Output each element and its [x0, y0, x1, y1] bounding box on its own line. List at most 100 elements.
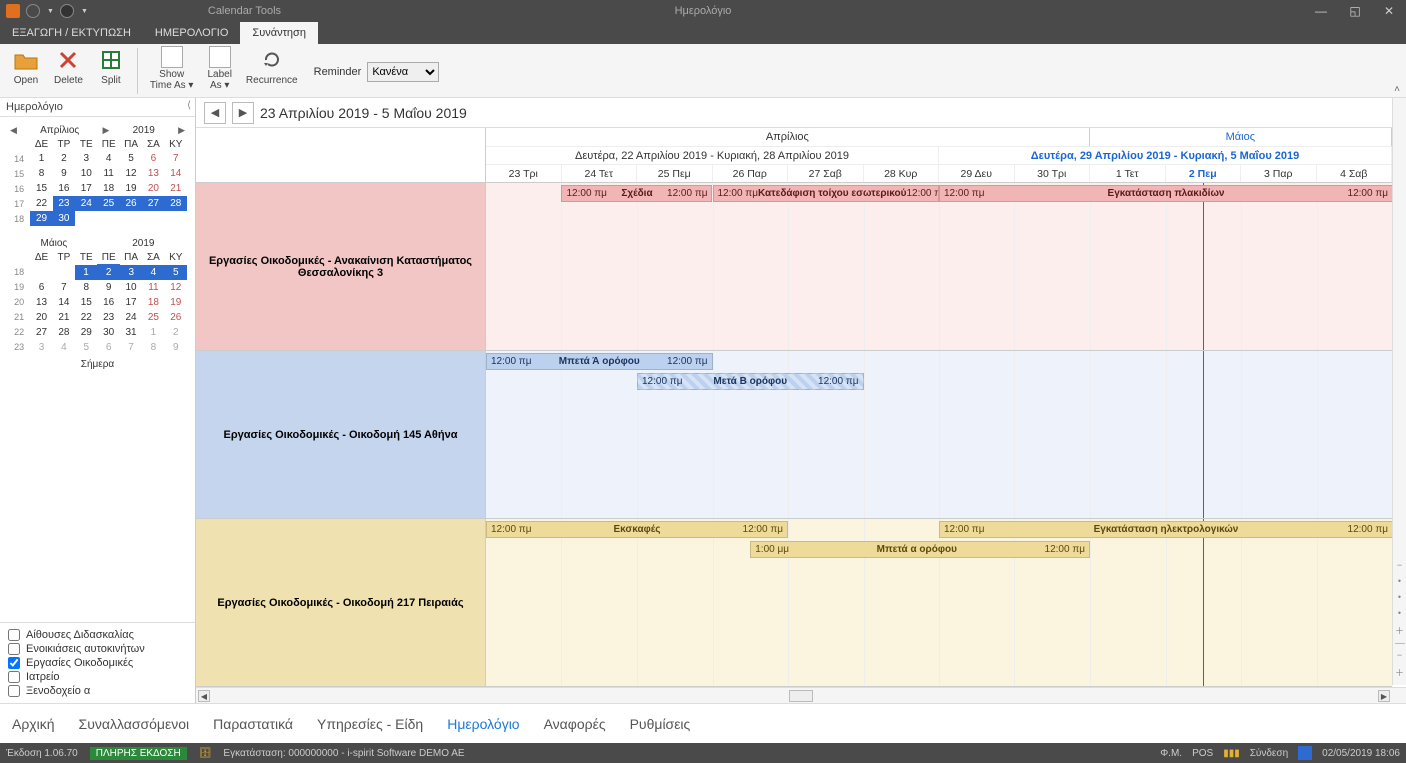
mini-cal-day[interactable] [142, 211, 164, 226]
reminder-select[interactable]: Κανένα [367, 62, 439, 82]
mini-cal-day[interactable]: 2 [53, 151, 75, 166]
mini-cal-day[interactable]: 27 [142, 196, 164, 211]
mini-cal-day[interactable]: 10 [120, 280, 142, 295]
mini-cal-day[interactable]: 9 [98, 280, 120, 295]
mini-cal-day[interactable]: 16 [53, 181, 75, 196]
prev-range-button[interactable]: ◀ [204, 102, 226, 124]
ribbon-collapse-icon[interactable]: ˄ [1394, 84, 1400, 95]
mini-cal-day[interactable]: 28 [165, 196, 187, 211]
mini-cal-day[interactable]: 16 [98, 295, 120, 310]
pin-icon[interactable]: ⟨ [187, 100, 191, 111]
mini-cal-day[interactable]: 23 [98, 310, 120, 325]
bottom-tab[interactable]: Ρυθμίσεις [630, 716, 691, 732]
mini-cal-day[interactable]: 13 [30, 295, 52, 310]
minimize-button[interactable]: — [1304, 0, 1338, 22]
filter-checkbox[interactable] [8, 685, 20, 697]
mini-cal-day[interactable]: 26 [120, 196, 142, 211]
bottom-tab[interactable]: Αρχική [12, 716, 55, 732]
today-link[interactable]: Σήμερα [8, 359, 187, 370]
resource-grid[interactable]: 12:00 πμ Εκσκαφές 12:00 πμ 12:00 πμ Εγκα… [486, 519, 1392, 686]
scroll-left-button[interactable]: ◀ [198, 690, 210, 702]
mini-cal-day[interactable]: 6 [30, 280, 52, 295]
calendar-event[interactable]: 12:00 πμ Εκσκαφές 12:00 πμ [486, 521, 788, 538]
mini-cal-day[interactable]: 18 [142, 295, 164, 310]
filter-checkbox[interactable] [8, 643, 20, 655]
zoom-minus-icon[interactable]: − [1397, 650, 1402, 660]
mini-cal-day[interactable]: 15 [30, 181, 52, 196]
mini-cal-day[interactable]: 1 [75, 265, 97, 280]
mini-cal-day[interactable]: 19 [120, 181, 142, 196]
mini-cal-day[interactable]: 31 [120, 325, 142, 340]
mini-cal-day[interactable]: 8 [30, 166, 52, 181]
mini-cal-day[interactable]: 22 [30, 196, 52, 211]
mini-cal-day[interactable]: 18 [98, 181, 120, 196]
mini-cal-day[interactable]: 27 [30, 325, 52, 340]
mini-cal-day[interactable]: 30 [53, 211, 75, 226]
mini-cal-day[interactable] [30, 265, 52, 280]
mini-cal-day[interactable]: 6 [98, 340, 120, 355]
mini-cal-day[interactable]: 2 [98, 265, 120, 280]
next-month-button[interactable]: ▶ [100, 125, 111, 136]
mini-cal-day[interactable]: 24 [120, 310, 142, 325]
scroll-thumb[interactable] [789, 690, 813, 702]
day-header[interactable]: 27 Σαβ [788, 165, 864, 182]
mini-cal-day[interactable]: 2 [165, 325, 187, 340]
prev-month-button[interactable]: ◀ [8, 125, 19, 136]
mini-cal-day[interactable]: 22 [75, 310, 97, 325]
day-header[interactable]: 1 Τετ [1090, 165, 1166, 182]
mini-cal-day[interactable]: 9 [53, 166, 75, 181]
ribbon-open[interactable]: Open [6, 46, 46, 86]
vertical-zoom-strip[interactable]: − • • • ＋ − ＋ [1392, 98, 1406, 685]
horizontal-scrollbar[interactable]: ◀ ▶ [196, 687, 1406, 703]
globe-icon[interactable] [26, 4, 40, 18]
ribbon-show-time-as[interactable]: Show Time As ▾ [144, 46, 200, 91]
day-header[interactable]: 30 Τρι [1015, 165, 1091, 182]
mini-cal-day[interactable]: 12 [120, 166, 142, 181]
ribbon-recurrence[interactable]: Recurrence [240, 46, 304, 86]
mini-cal-day[interactable]: 21 [165, 181, 187, 196]
ribbon-split[interactable]: Split [91, 46, 131, 86]
day-header[interactable]: 4 Σαβ [1317, 165, 1393, 182]
calendar-event[interactable]: 12:00 πμ Σχέδια 12:00 πμ [561, 185, 712, 202]
bottom-tab[interactable]: Υπηρεσίες - Είδη [317, 716, 423, 732]
mini-cal-day[interactable]: 24 [75, 196, 97, 211]
close-button[interactable]: ✕ [1372, 0, 1406, 22]
mini-cal-day[interactable] [53, 265, 75, 280]
mini-cal-day[interactable]: 14 [53, 295, 75, 310]
ribbon-label-as[interactable]: Label As ▾ [201, 46, 237, 91]
calendar-event[interactable]: 12:00 πμ Μπετά Ά ορόφου 12:00 πμ [486, 353, 713, 370]
mini-cal-day[interactable]: 29 [30, 211, 52, 226]
calendar-event[interactable]: 12:00 πμ Εγκατάσταση πλακιδίων 12:00 πμ [939, 185, 1392, 202]
mini-cal-day[interactable]: 1 [30, 151, 52, 166]
mini-cal-day[interactable] [98, 211, 120, 226]
zoom-plus-icon[interactable]: ＋ [1395, 624, 1404, 637]
status-fm[interactable]: Φ.Μ. [1160, 748, 1182, 759]
year-nav-button[interactable]: ▶ [176, 125, 187, 136]
calendar-event[interactable]: 12:00 πμ Μετά Β ορόφου 12:00 πμ [637, 373, 864, 390]
mini-cal-day[interactable]: 8 [142, 340, 164, 355]
bottom-tab[interactable]: Ημερολόγιο [447, 716, 519, 732]
mini-cal-day[interactable]: 3 [75, 151, 97, 166]
mini-cal-day[interactable] [75, 211, 97, 226]
mini-cal-day[interactable] [120, 211, 142, 226]
mini-cal-day[interactable]: 10 [75, 166, 97, 181]
menu-calendar[interactable]: ΗΜΕΡΟΛΟΓΙΟ [143, 22, 240, 44]
calendar-event[interactable]: 12:00 πμ Εγκατάσταση ηλεκτρολογικών 12:0… [939, 521, 1392, 538]
mini-cal-day[interactable]: 20 [142, 181, 164, 196]
filter-checkbox[interactable] [8, 671, 20, 683]
menu-appointment[interactable]: Συνάντηση [240, 22, 318, 44]
mini-cal-day[interactable]: 7 [165, 151, 187, 166]
zoom-plus-icon[interactable]: ＋ [1395, 666, 1404, 679]
mini-cal-day[interactable]: 19 [165, 295, 187, 310]
mini-cal-day[interactable]: 4 [53, 340, 75, 355]
mini-cal-day[interactable]: 25 [98, 196, 120, 211]
mini-cal-day[interactable]: 6 [142, 151, 164, 166]
mini-cal-day[interactable]: 28 [53, 325, 75, 340]
scroll-right-button[interactable]: ▶ [1378, 690, 1390, 702]
mini-cal-day[interactable]: 20 [30, 310, 52, 325]
mini-cal-day[interactable]: 1 [142, 325, 164, 340]
calendar-event[interactable]: 1:00 μμ Μπετά α ορόφου 12:00 πμ [750, 541, 1090, 558]
filter-item[interactable]: Ενοικιάσεις αυτοκινήτων [8, 643, 187, 655]
mini-cal-day[interactable]: 15 [75, 295, 97, 310]
bottom-tab[interactable]: Παραστατικά [213, 716, 293, 732]
